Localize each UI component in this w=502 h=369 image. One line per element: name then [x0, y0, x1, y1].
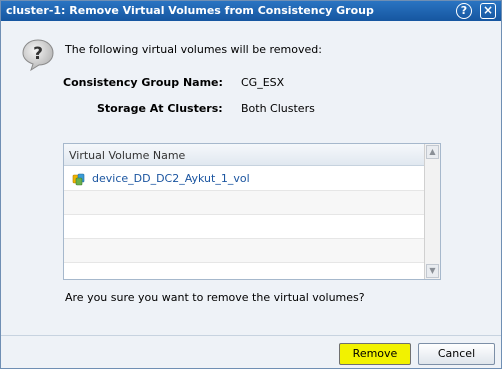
consistency-group-label: Consistency Group Name:: [63, 76, 223, 89]
storage-clusters-label: Storage At Clusters:: [97, 102, 223, 115]
close-icon[interactable]: ×: [480, 3, 496, 19]
table-row[interactable]: device_DD_DC2_Aykut_1_vol: [64, 167, 424, 191]
scroll-up-icon[interactable]: ▲: [426, 145, 439, 159]
removal-heading: The following virtual volumes will be re…: [65, 43, 322, 56]
footer-divider: [1, 335, 501, 336]
remove-button[interactable]: Remove: [339, 343, 411, 365]
table-row: [64, 239, 424, 263]
table-row: [64, 215, 424, 239]
confirmation-question: Are you sure you want to remove the virt…: [65, 291, 365, 304]
table-header[interactable]: Virtual Volume Name: [64, 144, 424, 166]
table-rows: device_DD_DC2_Aykut_1_vol: [64, 167, 424, 287]
question-icon: ?: [21, 38, 55, 72]
column-header-virtual-volume-name[interactable]: Virtual Volume Name: [69, 149, 185, 162]
title-bar[interactable]: cluster-1: Remove Virtual Volumes from C…: [1, 1, 501, 21]
virtual-volume-icon: [72, 172, 86, 186]
table-row: [64, 263, 424, 287]
svg-text:?: ?: [33, 44, 43, 64]
scroll-down-icon[interactable]: ▼: [426, 264, 439, 278]
dialog-title: cluster-1: Remove Virtual Volumes from C…: [6, 4, 374, 17]
virtual-volumes-table: Virtual Volume Name device_DD_DC2_Aykut_…: [63, 143, 441, 280]
vertical-scrollbar[interactable]: ▲ ▼: [424, 144, 440, 279]
virtual-volume-name[interactable]: device_DD_DC2_Aykut_1_vol: [92, 172, 250, 185]
remove-virtual-volumes-dialog: cluster-1: Remove Virtual Volumes from C…: [0, 0, 502, 369]
storage-clusters-value: Both Clusters: [241, 102, 315, 115]
consistency-group-value: CG_ESX: [241, 76, 285, 89]
cancel-button[interactable]: Cancel: [418, 343, 495, 365]
table-row: [64, 191, 424, 215]
help-icon[interactable]: ?: [456, 3, 472, 19]
